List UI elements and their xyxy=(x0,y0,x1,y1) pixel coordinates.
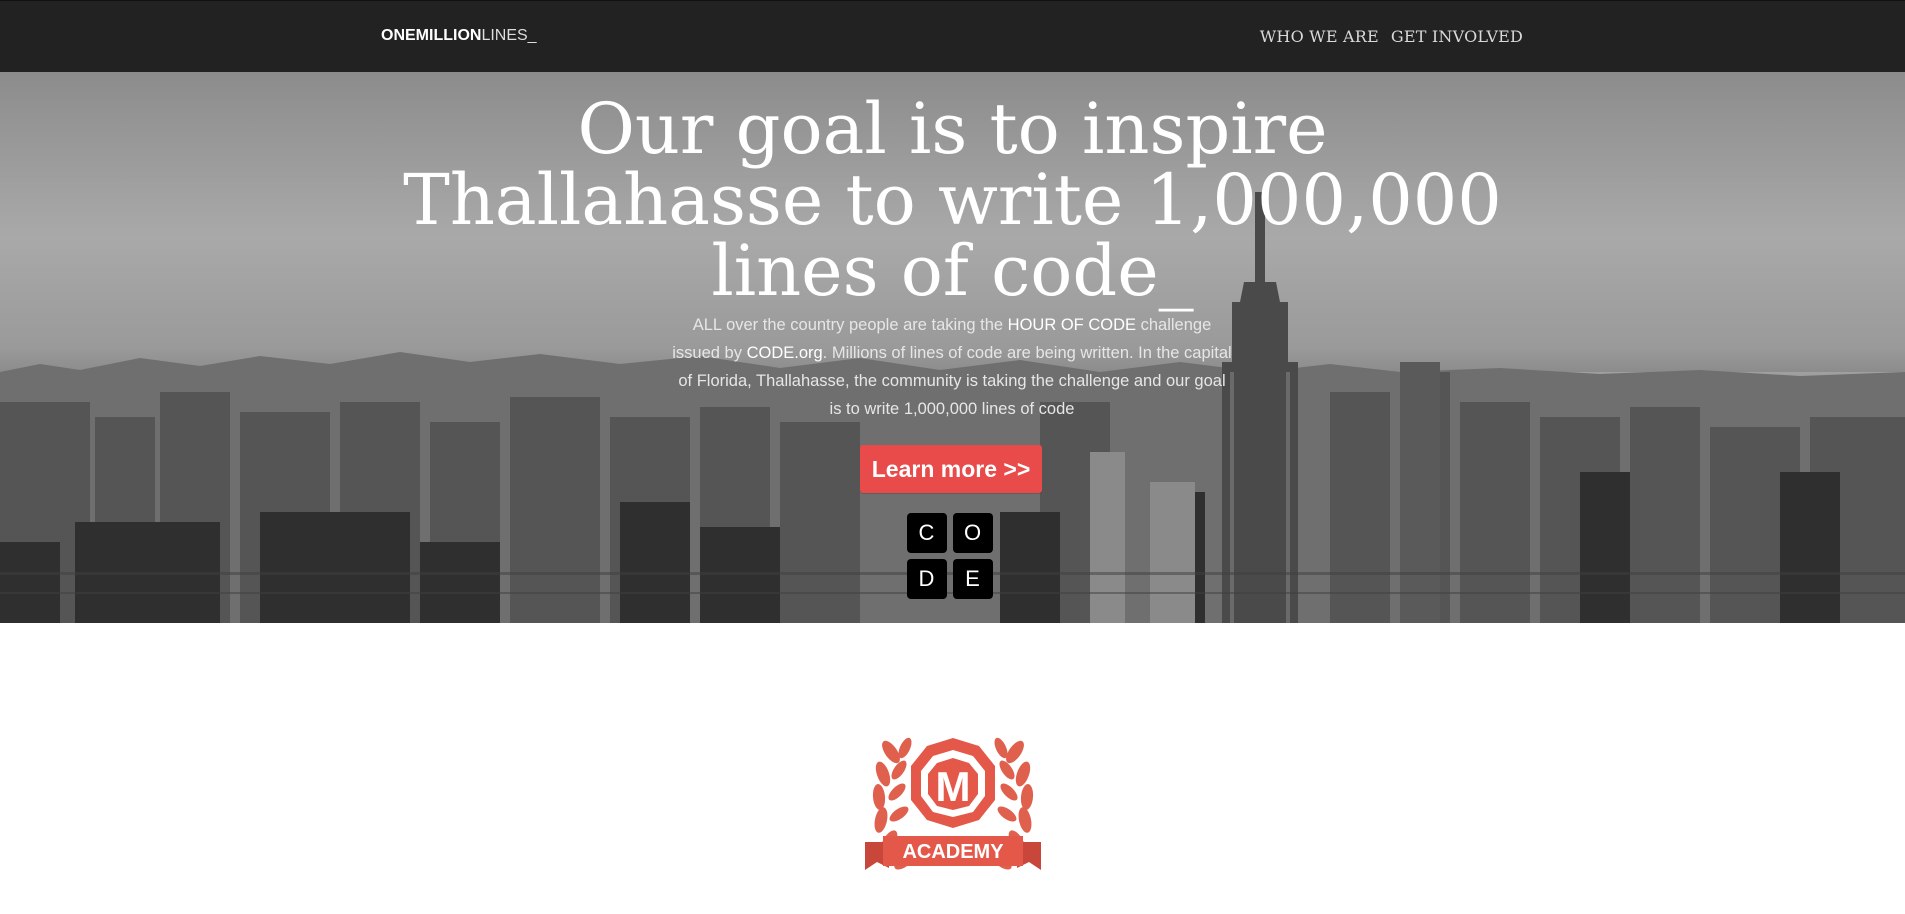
academy-banner-text: ACADEMY xyxy=(902,841,1004,863)
intro-text-part-1: ALL over the country people are taking t… xyxy=(692,316,1008,334)
code-logo-letter-d: D xyxy=(907,559,947,599)
hero-section: Our goal is to inspire Thallahasse to wr… xyxy=(0,72,1905,623)
nav-link-get-involved[interactable]: GET INVOLVED xyxy=(1391,27,1523,46)
code-org-link[interactable]: CODE.org xyxy=(747,344,823,362)
headline-line-2: Thallahasse to write 1,000,000 xyxy=(403,159,1502,241)
hero-headline: Our goal is to inspire Thallahasse to wr… xyxy=(0,94,1905,307)
academy-laurel-icon: M ACADEMY xyxy=(865,737,1041,870)
learn-more-button[interactable]: Learn more >> xyxy=(860,445,1042,493)
hero-intro-text: ALL over the country people are taking t… xyxy=(672,311,1232,423)
code-logo-letter-e: E xyxy=(953,559,993,599)
brand-bold-text: ONEMILLION xyxy=(381,27,482,44)
code-org-logo[interactable]: C O D E xyxy=(907,513,997,603)
academy-badge-logo: M ACADEMY xyxy=(853,700,1053,900)
academy-logo-letter: M xyxy=(936,763,971,810)
nav-links: WHO WE ARE GET INVOLVED xyxy=(1260,27,1523,46)
top-navbar: ONEMILLIONLINES_ WHO WE ARE GET INVOLVED xyxy=(0,0,1905,72)
headline-line-3: lines of code_ xyxy=(711,230,1194,312)
brand-logo-link[interactable]: ONEMILLIONLINES_ xyxy=(381,27,537,45)
code-logo-letter-c: C xyxy=(907,513,947,553)
nav-link-who-we-are[interactable]: WHO WE ARE xyxy=(1260,27,1379,46)
headline-line-1: Our goal is to inspire xyxy=(577,88,1328,170)
code-logo-letter-o: O xyxy=(953,513,993,553)
hour-of-code-link[interactable]: HOUR OF CODE xyxy=(1008,316,1136,334)
brand-thin-text: LINES_ xyxy=(481,27,537,44)
